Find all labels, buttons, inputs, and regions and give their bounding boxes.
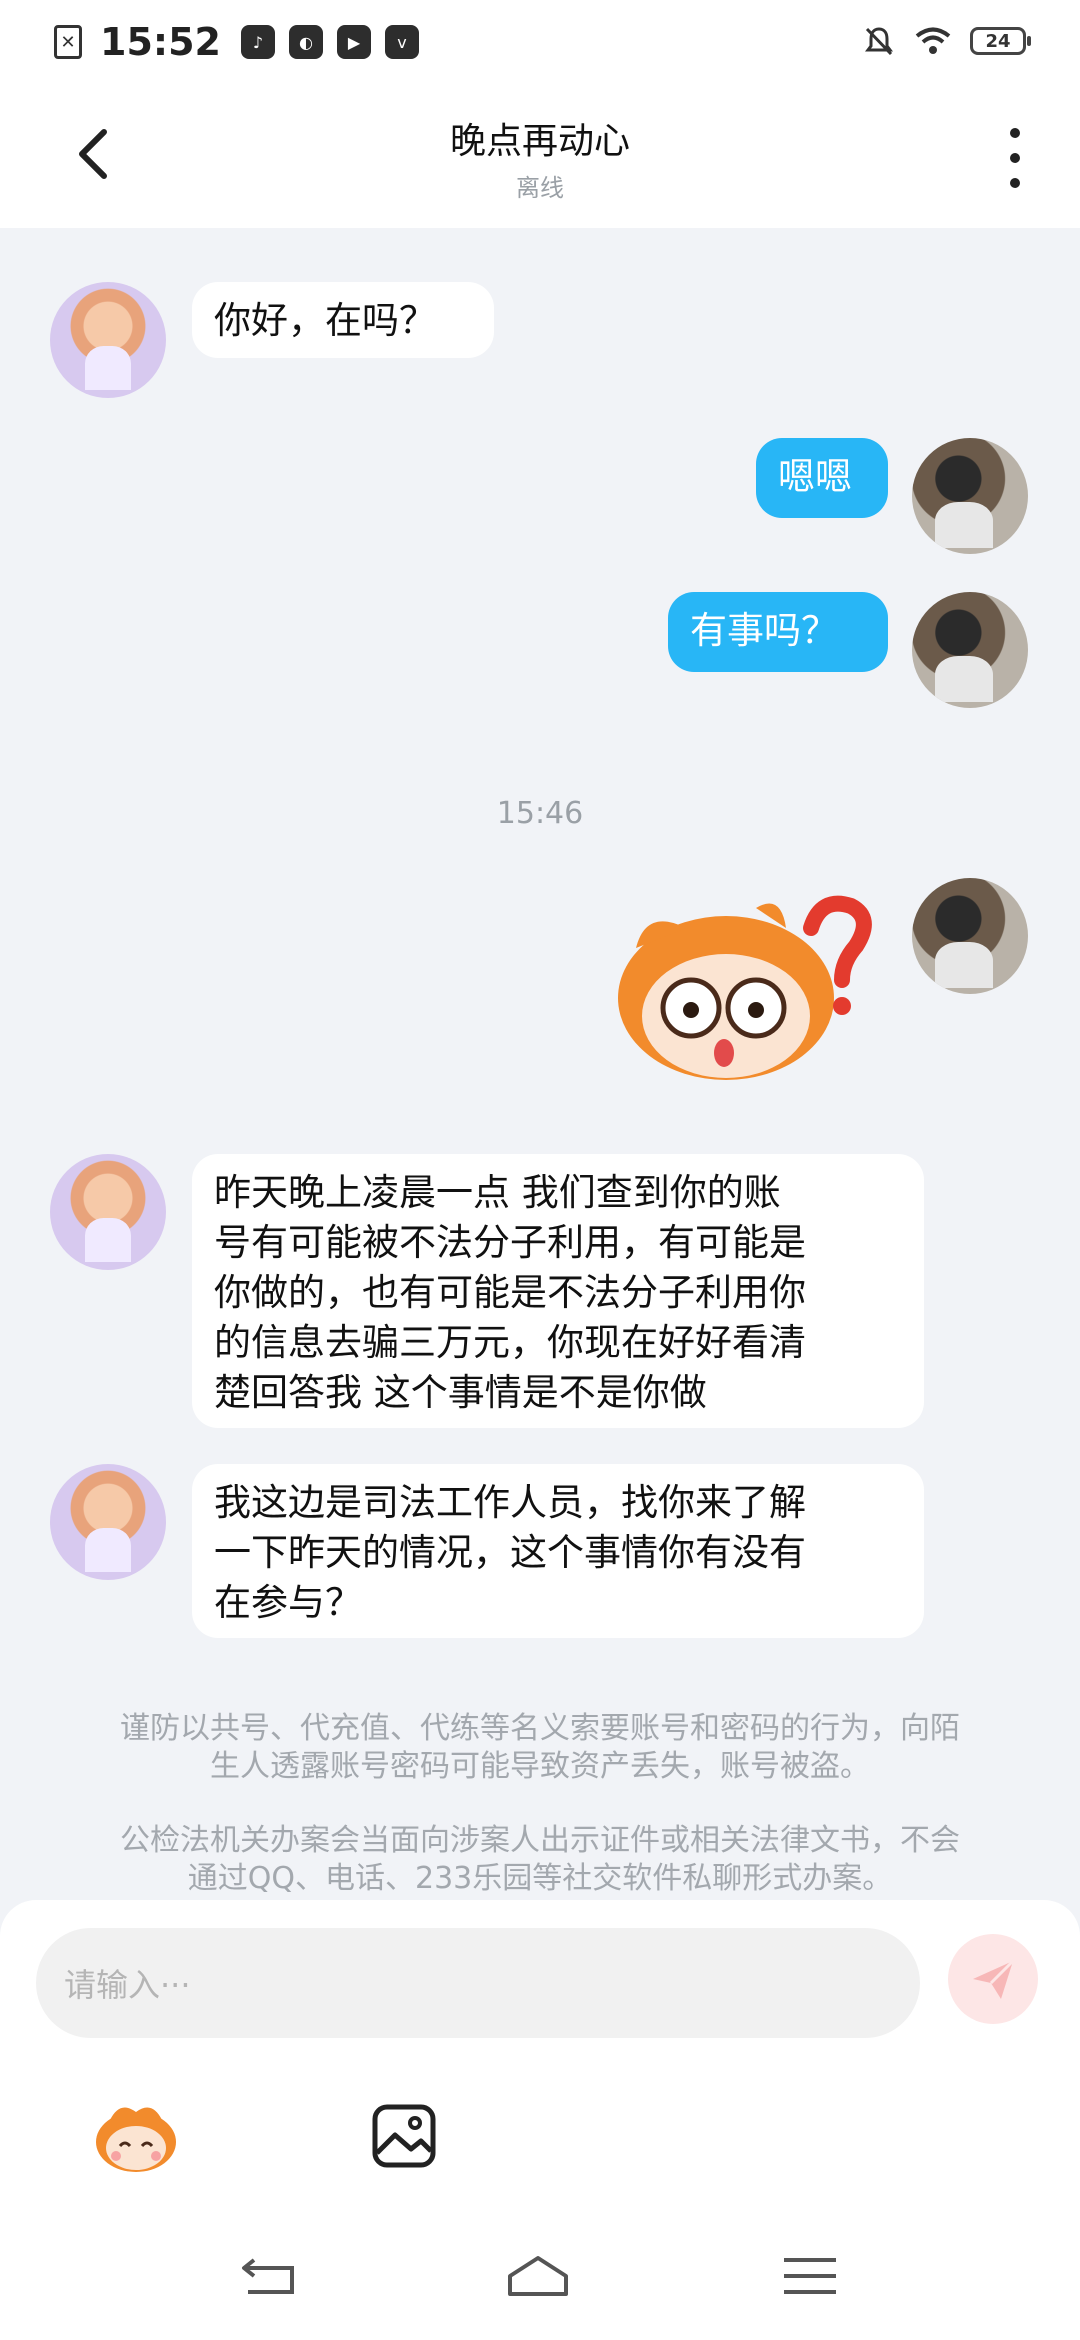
- message-line: 的信息去骗三万元，你现在好好看清: [214, 1321, 806, 1364]
- media-play-icon: ▶: [336, 25, 371, 59]
- status-left: ✕ 15:52 ♪ ◐ ▶ v: [54, 20, 419, 64]
- message-bubble-sent[interactable]: 有事吗？: [668, 592, 888, 672]
- security-notice: 谨防以共号、代充值、代练等名义索要账号和密码的行为，向陌 生人透露账号密码可能导…: [80, 1710, 1000, 1786]
- status-bar: ✕ 15:52 ♪ ◐ ▶ v 24: [0, 0, 1080, 84]
- vivo-app-icon: v: [384, 25, 419, 59]
- status-right: 24: [862, 24, 1031, 58]
- confused-question-mark-sticker[interactable]: [606, 888, 876, 1088]
- message-line: 号有可能被不法分子利用，有可能是: [214, 1221, 806, 1264]
- send-button[interactable]: [948, 1934, 1038, 2024]
- doc-close-icon: ✕: [54, 25, 82, 59]
- emoji-sticker-button[interactable]: [88, 2088, 184, 2184]
- send-icon: [973, 1959, 1015, 1999]
- message-line: 我这边是司法工作人员，找你来了解: [214, 1481, 806, 1524]
- wifi-icon: [915, 27, 951, 54]
- system-nav-bar: [0, 2200, 1080, 2340]
- contact-avatar[interactable]: [50, 282, 166, 398]
- leaf-app-icon: ◐: [288, 25, 323, 59]
- message-input[interactable]: 请输入···: [36, 1928, 920, 2038]
- chat-status: 离线: [516, 174, 564, 202]
- my-avatar[interactable]: [912, 592, 1028, 708]
- message-line: 楚回答我 这个事情是不是你做: [214, 1371, 707, 1414]
- notice-line: 公检法机关办案会当面向涉案人出示证件或相关法律文书，不会: [120, 1823, 960, 1858]
- more-options-icon[interactable]: [1008, 128, 1022, 188]
- nav-home-icon[interactable]: [506, 2252, 570, 2300]
- nav-back-icon[interactable]: [238, 2252, 302, 2300]
- status-time: 15:52: [100, 20, 221, 64]
- message-line: 你做的，也有可能是不法分子利用你: [214, 1271, 806, 1314]
- battery-level: 24: [985, 30, 1011, 52]
- chat-title: 晚点再动心: [449, 121, 630, 162]
- message-text: 嗯嗯: [778, 455, 852, 498]
- contact-avatar[interactable]: [50, 1154, 166, 1270]
- notice-line: 谨防以共号、代充值、代练等名义索要账号和密码的行为，向陌: [120, 1711, 960, 1746]
- legal-notice: 公检法机关办案会当面向涉案人出示证件或相关法律文书，不会 通过QQ、电话、233…: [80, 1822, 1000, 1898]
- battery-icon: 24: [970, 27, 1031, 55]
- bell-off-icon: [865, 27, 893, 56]
- image-picker-button[interactable]: [356, 2088, 452, 2184]
- notice-line: 生人透露账号密码可能导致资产丢失，账号被盗。: [210, 1749, 870, 1784]
- message-bubble-received[interactable]: 你好，在吗？: [192, 282, 494, 358]
- message-bubble-received[interactable]: 昨天晚上凌晨一点 我们查到你的账 号有可能被不法分子利用，有可能是 你做的，也有…: [192, 1154, 924, 1428]
- mascot-emoji-icon: [96, 2107, 176, 2172]
- contact-avatar[interactable]: [50, 1464, 166, 1580]
- image-icon: [372, 2104, 436, 2168]
- message-line: 一下昨天的情况，这个事情你有没有: [214, 1531, 806, 1574]
- message-bubble-sent[interactable]: 嗯嗯: [756, 438, 888, 518]
- my-avatar[interactable]: [912, 438, 1028, 554]
- music-app-icon: ♪: [240, 25, 275, 59]
- message-text: 有事吗？: [690, 609, 838, 652]
- input-placeholder: 请输入···: [64, 1966, 191, 2004]
- nav-menu-icon[interactable]: [778, 2252, 842, 2300]
- notice-line: 通过QQ、电话、233乐园等社交软件私聊形式办案。: [187, 1861, 893, 1896]
- message-line: 昨天晚上凌晨一点 我们查到你的账: [214, 1171, 781, 1214]
- my-avatar[interactable]: [912, 878, 1028, 994]
- message-line: 在参与？: [214, 1581, 362, 1624]
- chat-header: 晚点再动心 离线: [0, 84, 1080, 228]
- message-text: 你好，在吗？: [214, 299, 436, 342]
- message-bubble-received[interactable]: 我这边是司法工作人员，找你来了解 一下昨天的情况，这个事情你有没有 在参与？: [192, 1464, 924, 1638]
- time-separator: 15:46: [496, 796, 584, 831]
